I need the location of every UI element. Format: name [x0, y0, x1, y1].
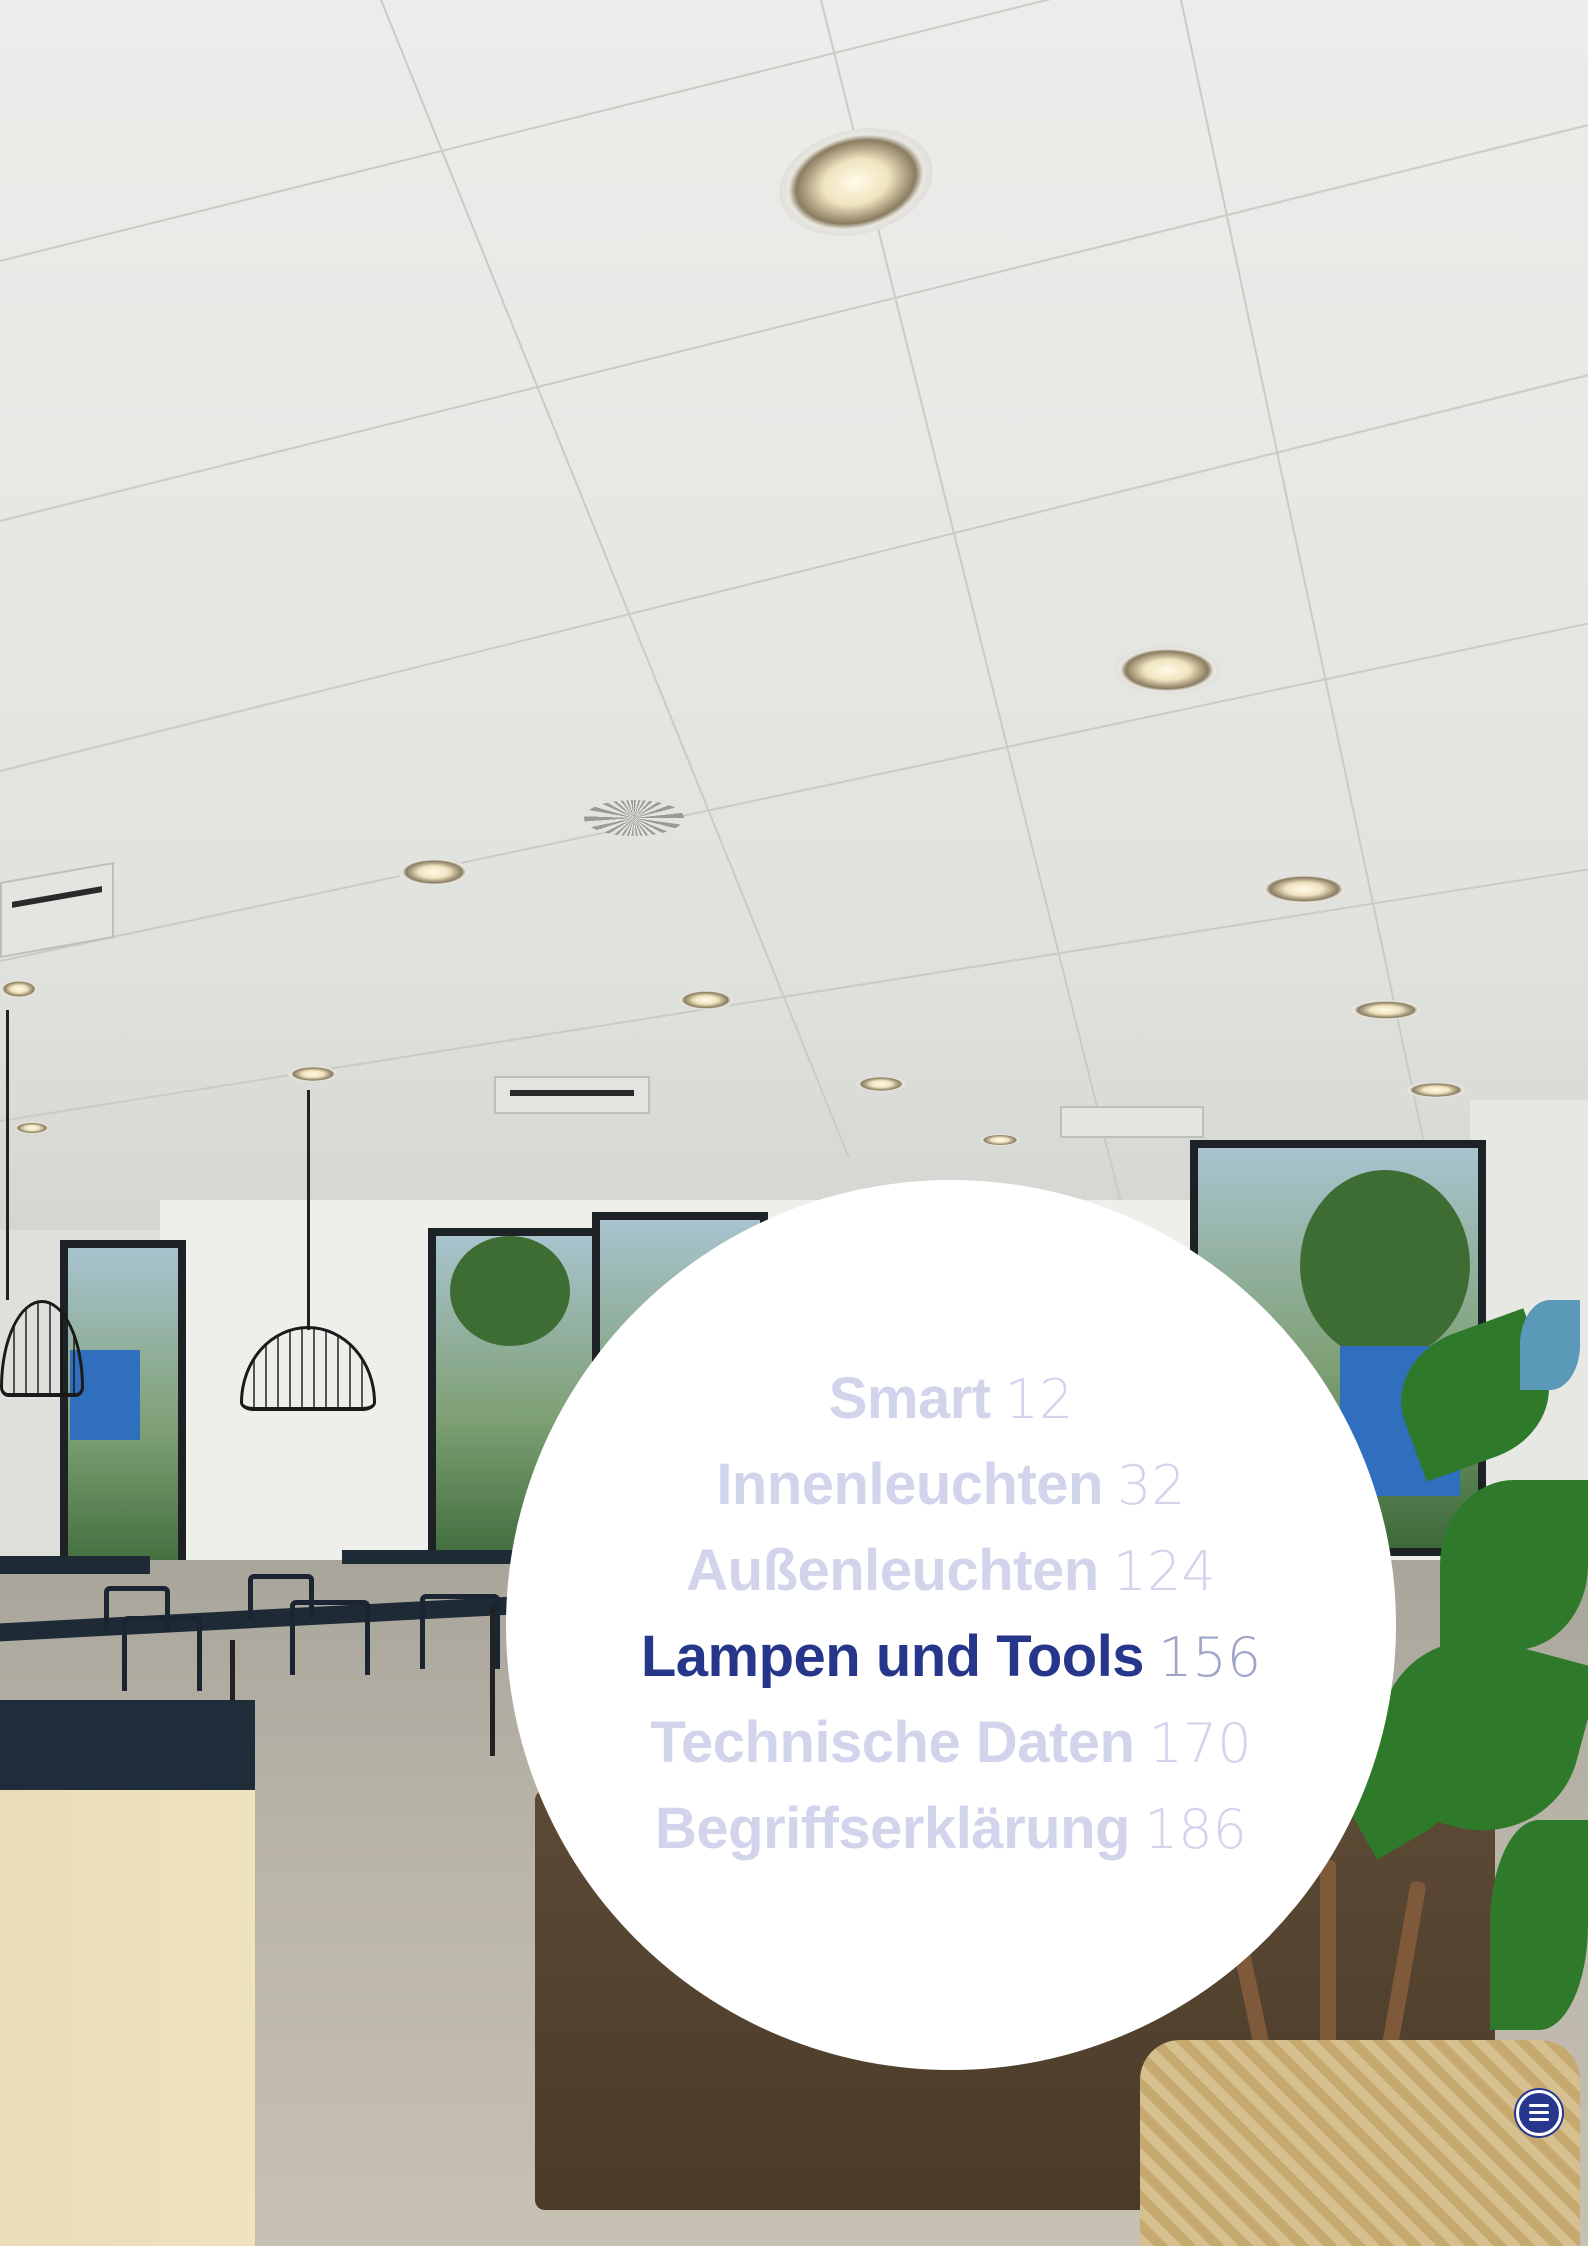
menu-bar — [1529, 2104, 1549, 2107]
table — [0, 1556, 150, 1574]
menu-bar — [1529, 2111, 1549, 2114]
counter — [0, 1790, 255, 2246]
chair — [104, 1586, 170, 1631]
plant-leaf — [1520, 1300, 1580, 1390]
plant-leaf — [1490, 1820, 1588, 2030]
downlight — [1406, 1082, 1466, 1098]
ceiling-ac-unit — [494, 1076, 650, 1114]
downlight — [980, 1134, 1020, 1146]
toc-item-innenleuchten[interactable]: Innenleuchten 32 — [506, 1441, 1396, 1527]
air-diffuser — [584, 800, 684, 836]
toc-item-label: Technische Daten — [650, 1710, 1135, 1775]
toc-item-smart[interactable]: Smart 12 — [506, 1355, 1396, 1441]
toc-item-page: 186 — [1143, 1798, 1248, 1861]
ceiling-ac-unit — [1060, 1106, 1204, 1138]
toc-item-page: 170 — [1148, 1712, 1252, 1775]
downlight — [14, 1122, 50, 1134]
tree — [450, 1236, 570, 1346]
tree — [1300, 1170, 1470, 1360]
chair — [248, 1574, 314, 1619]
downlight — [678, 990, 734, 1010]
toc-item-page: 156 — [1158, 1626, 1262, 1689]
downlight — [1350, 1000, 1422, 1020]
toc-item-label: Außenleuchten — [686, 1538, 1099, 1603]
menu-button[interactable] — [1516, 2090, 1562, 2136]
toc-item-label: Lampen und Tools — [640, 1624, 1145, 1689]
wicker-basket — [1140, 2040, 1580, 2246]
toc-item-technische-daten[interactable]: Technische Daten 170 — [506, 1699, 1396, 1785]
ac-slot — [12, 886, 102, 908]
toc-item-begriffserklaerung[interactable]: Begriffserklärung 186 — [506, 1785, 1396, 1871]
downlight — [1114, 646, 1220, 694]
toc-item-aussenleuchten[interactable]: Außenleuchten 124 — [506, 1527, 1396, 1613]
toc-item-label: Begriffserklärung — [654, 1796, 1130, 1861]
menu-bar — [1529, 2118, 1549, 2121]
ac-slot — [510, 1090, 634, 1096]
downlight — [288, 1066, 338, 1082]
downlight — [1260, 874, 1348, 904]
pendant-cord — [6, 1010, 9, 1300]
pendant-cord — [307, 1090, 310, 1330]
toc-item-page: 124 — [1112, 1540, 1216, 1603]
toc-item-page: 12 — [1004, 1368, 1074, 1431]
toc-item-page: 32 — [1116, 1454, 1186, 1517]
chair — [420, 1594, 500, 1669]
toc-item-lampen-und-tools[interactable]: Lampen und Tools 156 — [506, 1613, 1396, 1699]
downlight — [0, 980, 38, 998]
downlight — [398, 858, 470, 886]
toc-item-label: Innenleuchten — [716, 1452, 1103, 1517]
downlight — [856, 1076, 906, 1092]
plant-leaf — [1440, 1480, 1588, 1650]
table — [342, 1550, 512, 1564]
table-of-contents: Smart 12 Innenleuchten 32 Außenleuchten 124… — [506, 1355, 1396, 1871]
toc-item-label: Smart — [828, 1366, 991, 1431]
